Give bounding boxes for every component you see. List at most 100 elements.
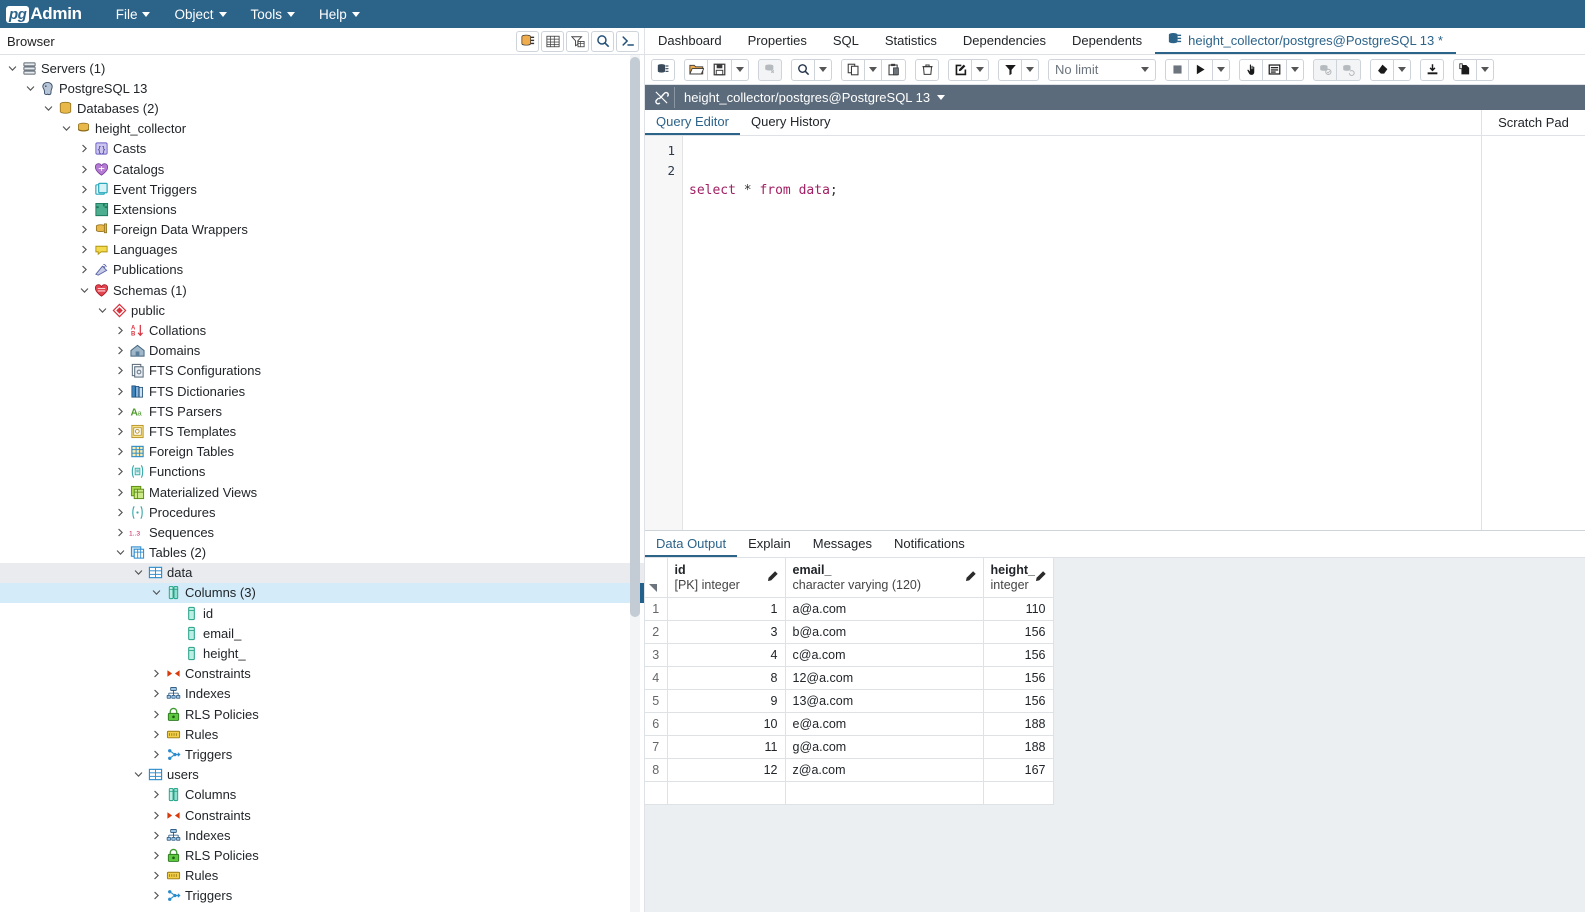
cell-id[interactable] [667,781,786,805]
cell-email-[interactable]: 13@a.com [785,689,984,713]
chevron-down-icon[interactable] [114,546,127,559]
paste-button[interactable] [882,58,906,81]
edit-column-icon[interactable] [964,570,977,586]
chevron-right-icon[interactable] [150,869,163,882]
chevron-right-icon[interactable] [114,445,127,458]
chevron-right-icon[interactable] [150,667,163,680]
cell-height-[interactable]: 188 [983,712,1054,736]
tree-item-casts[interactable]: {} Casts [0,139,644,159]
sql-editor[interactable]: 1 2 select * from data; [645,136,1481,530]
cell-height-[interactable]: 156 [983,620,1054,644]
chevron-down-icon[interactable] [150,586,163,599]
tree-item-schemas-1[interactable]: Schemas (1) [0,280,644,300]
tree-item-languages[interactable]: Languages [0,240,644,260]
explain-button[interactable] [1239,58,1263,81]
chevron-down-icon[interactable] [24,82,37,95]
grid-column-header-height-[interactable]: height_ integer [983,558,1054,598]
menu-help[interactable]: Help [310,4,369,25]
chevron-right-icon[interactable] [114,405,127,418]
cell-id[interactable]: 8 [667,666,786,690]
tab-query-editor[interactable]: Query Editor [645,110,740,135]
menu-file[interactable]: File [107,4,160,25]
tab-data-output[interactable]: Data Output [645,531,738,557]
tab-sql[interactable]: SQL [820,28,872,54]
cell-height-[interactable]: 156 [983,689,1054,713]
row-number[interactable]: 5 [645,689,668,713]
tree-item-columns[interactable]: Columns [0,785,644,805]
edit-button[interactable] [948,58,972,81]
object-tree[interactable]: Servers (1) PostgreSQL 13 Databases (2) hei… [0,55,644,912]
cell-id[interactable]: 10 [667,712,786,736]
tab-dashboard[interactable]: Dashboard [645,28,735,54]
tree-item-tables-2[interactable]: Tables (2) [0,543,644,563]
edit-column-icon[interactable] [1034,570,1047,586]
cell-id[interactable]: 9 [667,689,786,713]
table-row[interactable]: 8 12 z@a.com 167 [645,758,1054,782]
menu-object[interactable]: Object [165,4,235,25]
cell-email-[interactable]: b@a.com [785,620,984,644]
row-limit-select[interactable]: No limit [1048,58,1156,81]
tree-item-email[interactable]: email_ [0,623,644,643]
scratch-pad-title[interactable]: Scratch Pad [1482,110,1585,136]
chevron-right-icon[interactable] [150,788,163,801]
cell-email-[interactable]: g@a.com [785,735,984,759]
cell-height-[interactable] [983,781,1054,805]
tree-item-public[interactable]: public [0,300,644,320]
chevron-right-icon[interactable] [78,183,91,196]
row-number[interactable]: 7 [645,735,668,759]
cell-id[interactable]: 3 [667,620,786,644]
table-row[interactable]: 3 4 c@a.com 156 [645,643,1054,667]
cell-id[interactable]: 11 [667,735,786,759]
chevron-right-icon[interactable] [78,203,91,216]
chevron-right-icon[interactable] [78,243,91,256]
grid-column-header-email-[interactable]: email_ character varying (120) [785,558,984,598]
explain-analyze-button[interactable] [1263,58,1287,81]
execute-dropdown[interactable] [1213,58,1230,81]
save-file-dropdown[interactable] [732,58,749,81]
find-dropdown[interactable] [815,58,832,81]
tree-item-indexes[interactable]: Indexes [0,825,644,845]
tree-item-columns-3[interactable]: Columns (3) [0,582,644,604]
commit-button[interactable] [1313,58,1337,81]
cell-email-[interactable]: z@a.com [785,758,984,782]
chevron-right-icon[interactable] [150,809,163,822]
tree-item-fts-parsers[interactable]: Aa FTS Parsers [0,401,644,421]
chevron-down-icon[interactable] [60,122,73,135]
cell-height-[interactable]: 188 [983,735,1054,759]
grid-select-all-corner[interactable] [645,558,668,598]
sql-code-area[interactable]: select * from data; [683,136,1481,530]
chevron-right-icon[interactable] [150,849,163,862]
open-file-button[interactable] [684,58,708,81]
tree-item-collations[interactable]: A B Collations [0,320,644,340]
filter-button[interactable] [998,58,1022,81]
find-button[interactable] [791,58,815,81]
chevron-down-icon[interactable] [6,62,19,75]
connection-selector[interactable]: height_collector/postgres@PostgreSQL 13 [684,90,946,105]
tree-item-height-collector[interactable]: height_collector [0,119,644,139]
connection-bar[interactable]: height_collector/postgres@PostgreSQL 13 [645,85,1585,110]
table-row[interactable]: 2 3 b@a.com 156 [645,620,1054,644]
tree-item-rules[interactable]: Rules [0,866,644,886]
tree-item-rls-policies[interactable]: RLS Policies [0,845,644,865]
tab-statistics[interactable]: Statistics [872,28,950,54]
tree-item-publications[interactable]: Publications [0,260,644,280]
chevron-right-icon[interactable] [114,324,127,337]
table-row[interactable]: 7 11 g@a.com 188 [645,735,1054,759]
row-number[interactable]: 2 [645,620,668,644]
download-csv-button[interactable] [1420,58,1444,81]
chevron-right-icon[interactable] [114,526,127,539]
tree-item-event-triggers[interactable]: Event Triggers [0,179,644,199]
table-row[interactable]: 4 8 12@a.com 156 [645,666,1054,690]
cell-height-[interactable]: 167 [983,758,1054,782]
cell-email-[interactable]: e@a.com [785,712,984,736]
row-number[interactable]: 1 [645,597,668,621]
chevron-right-icon[interactable] [114,364,127,377]
save-file-button[interactable] [708,58,732,81]
stop-query-button[interactable] [1165,58,1189,81]
tree-item-foreign-tables[interactable]: Foreign Tables [0,442,644,462]
chevron-right-icon[interactable] [150,748,163,761]
tree-item-catalogs[interactable]: Catalogs [0,159,644,179]
chevron-down-icon[interactable] [132,566,145,579]
tree-item-constraints[interactable]: Constraints [0,805,644,825]
chevron-right-icon[interactable] [78,223,91,236]
